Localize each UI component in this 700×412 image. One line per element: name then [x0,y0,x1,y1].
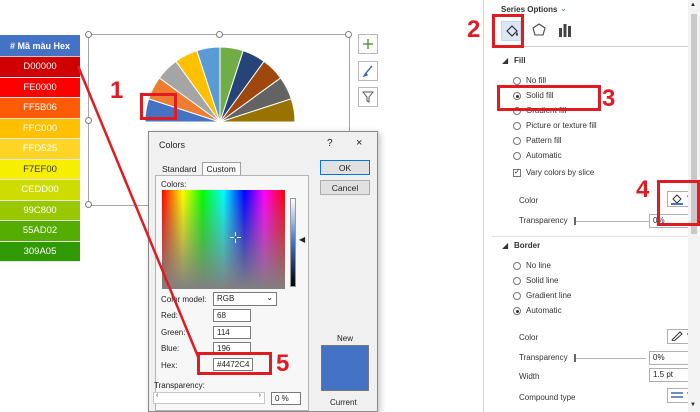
annotation-arrow [76,65,201,360]
